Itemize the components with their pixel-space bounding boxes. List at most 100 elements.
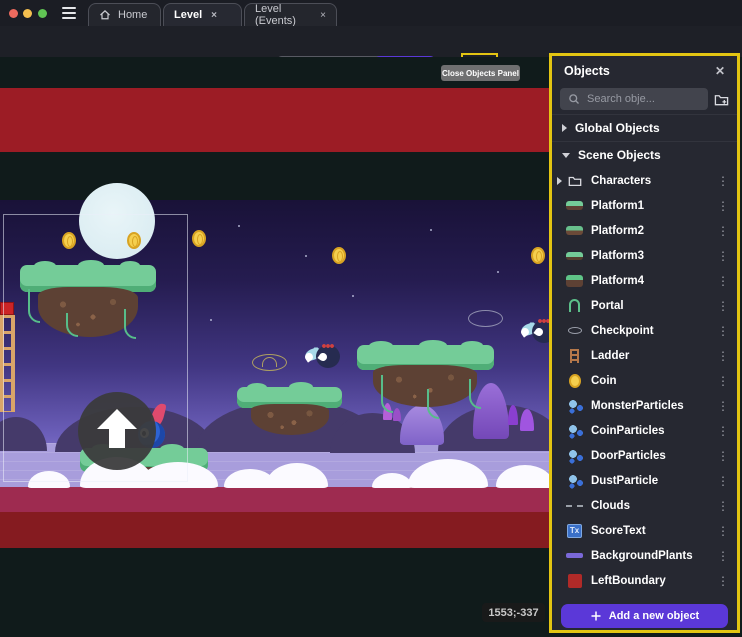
object-item-monsterparticles[interactable]: MonsterParticles ⋮ bbox=[552, 393, 737, 418]
coin-sprite[interactable] bbox=[332, 247, 346, 264]
text-icon: Tx bbox=[567, 524, 582, 538]
section-global-objects[interactable]: Global Objects bbox=[552, 114, 737, 141]
kebab-menu-icon[interactable]: ⋮ bbox=[717, 199, 727, 213]
bottom-boundary-band[interactable] bbox=[0, 512, 551, 548]
object-item-clouds[interactable]: Clouds ⋮ bbox=[552, 493, 737, 518]
fullscreen-window-button[interactable] bbox=[38, 9, 47, 18]
coin-sprite[interactable] bbox=[192, 230, 206, 247]
kebab-menu-icon[interactable]: ⋮ bbox=[717, 474, 727, 488]
portal-icon bbox=[569, 299, 580, 312]
scene-editor-canvas[interactable]: 1553;-337 bbox=[0, 57, 551, 637]
object-item-dustparticle[interactable]: DustParticle ⋮ bbox=[552, 468, 737, 493]
particles-icon bbox=[567, 473, 583, 489]
particles-icon bbox=[567, 423, 583, 439]
object-item-coin[interactable]: Coin ⋮ bbox=[552, 368, 737, 393]
objects-panel: Objects ✕ Search obje... Global Objects … bbox=[549, 53, 740, 633]
object-item-characters[interactable]: Characters ⋮ bbox=[552, 168, 737, 193]
star bbox=[238, 225, 240, 227]
particles-icon bbox=[567, 448, 583, 464]
star bbox=[210, 319, 212, 321]
tab-level-events[interactable]: Level (Events) × bbox=[244, 3, 337, 26]
panel-title: Objects bbox=[564, 64, 610, 78]
object-item-doorparticles[interactable]: DoorParticles ⋮ bbox=[552, 443, 737, 468]
add-object-button[interactable]: Add a new object bbox=[561, 604, 728, 628]
object-item-portal[interactable]: Portal ⋮ bbox=[552, 293, 737, 318]
titlebar: Home Level × Level (Events) × bbox=[0, 0, 742, 26]
boundary-icon bbox=[568, 574, 582, 588]
object-item-platform3[interactable]: Platform3 ⋮ bbox=[552, 243, 737, 268]
close-icon[interactable]: ✕ bbox=[715, 64, 725, 78]
object-item-platform1[interactable]: Platform1 ⋮ bbox=[552, 193, 737, 218]
star bbox=[497, 271, 499, 273]
folder-icon bbox=[566, 172, 583, 189]
kebab-menu-icon[interactable]: ⋮ bbox=[717, 299, 727, 313]
search-input[interactable]: Search obje... bbox=[560, 88, 708, 110]
platform-sprite[interactable] bbox=[357, 345, 494, 429]
kebab-menu-icon[interactable]: ⋮ bbox=[717, 174, 727, 188]
plants-icon bbox=[566, 553, 583, 558]
cursor-coordinates-badge: 1553;-337 bbox=[482, 603, 545, 622]
kebab-menu-icon[interactable]: ⋮ bbox=[717, 449, 727, 463]
top-boundary-band[interactable] bbox=[0, 88, 551, 152]
chevron-right-icon bbox=[562, 124, 567, 132]
object-item-scoretext[interactable]: Tx ScoreText ⋮ bbox=[552, 518, 737, 543]
kebab-menu-icon[interactable]: ⋮ bbox=[717, 524, 727, 538]
gdevelop-window: Home Level × Level (Events) × Preview Sh… bbox=[0, 0, 742, 637]
kebab-menu-icon[interactable]: ⋮ bbox=[717, 574, 727, 588]
minimize-window-button[interactable] bbox=[23, 9, 32, 18]
checkpoint-outline-marker[interactable] bbox=[468, 310, 503, 327]
ladder-icon bbox=[570, 349, 579, 363]
kebab-menu-icon[interactable]: ⋮ bbox=[717, 549, 727, 563]
cloud-outline-marker[interactable] bbox=[252, 354, 287, 371]
object-item-coinparticles[interactable]: CoinParticles ⋮ bbox=[552, 418, 737, 443]
object-item-backgroundplants[interactable]: BackgroundPlants ⋮ bbox=[552, 543, 737, 568]
tab-close-icon[interactable]: × bbox=[320, 10, 326, 21]
star bbox=[305, 255, 307, 257]
platform-sprite[interactable] bbox=[237, 387, 342, 437]
tab-level[interactable]: Level × bbox=[163, 3, 242, 26]
kebab-menu-icon[interactable]: ⋮ bbox=[717, 224, 727, 238]
tab-label: Home bbox=[118, 9, 147, 21]
tab-label: Level bbox=[174, 9, 202, 21]
checkpoint-icon bbox=[568, 327, 582, 334]
object-item-ladder[interactable]: Ladder ⋮ bbox=[552, 343, 737, 368]
object-list: Characters ⋮ Platform1 ⋮ Platform2 ⋮ Pla… bbox=[552, 168, 737, 593]
kebab-menu-icon[interactable]: ⋮ bbox=[717, 249, 727, 263]
object-item-leftboundary[interactable]: LeftBoundary ⋮ bbox=[552, 568, 737, 593]
kebab-menu-icon[interactable]: ⋮ bbox=[717, 499, 727, 513]
tab-close-icon[interactable]: × bbox=[211, 10, 217, 21]
platform1-icon bbox=[566, 201, 583, 210]
plus-icon bbox=[590, 610, 602, 622]
tab-home[interactable]: Home bbox=[88, 3, 161, 26]
object-item-checkpoint[interactable]: Checkpoint ⋮ bbox=[552, 318, 737, 343]
tab-label: Level (Events) bbox=[255, 3, 311, 27]
kebab-menu-icon[interactable]: ⋮ bbox=[717, 374, 727, 388]
chevron-right-icon[interactable] bbox=[557, 177, 562, 185]
kebab-menu-icon[interactable]: ⋮ bbox=[717, 399, 727, 413]
chevron-down-icon bbox=[562, 153, 570, 158]
home-icon bbox=[99, 9, 111, 21]
kebab-menu-icon[interactable]: ⋮ bbox=[717, 324, 727, 338]
star bbox=[352, 295, 354, 297]
coin-sprite[interactable] bbox=[531, 247, 545, 264]
dashes-icon bbox=[566, 505, 583, 507]
kebab-menu-icon[interactable]: ⋮ bbox=[717, 424, 727, 438]
section-scene-objects[interactable]: Scene Objects bbox=[552, 141, 737, 168]
object-item-platform4[interactable]: Platform4 ⋮ bbox=[552, 268, 737, 293]
main-menu-icon[interactable] bbox=[62, 7, 76, 19]
search-placeholder: Search obje... bbox=[587, 93, 655, 105]
kebab-menu-icon[interactable]: ⋮ bbox=[717, 274, 727, 288]
platform2-icon bbox=[566, 226, 583, 235]
ground-band[interactable] bbox=[0, 487, 551, 512]
coin-icon bbox=[569, 374, 581, 388]
star bbox=[430, 229, 432, 231]
search-icon bbox=[568, 93, 580, 105]
kebab-menu-icon[interactable]: ⋮ bbox=[717, 349, 727, 363]
add-folder-icon[interactable] bbox=[714, 92, 729, 107]
tooltip: Close Objects Panel bbox=[441, 65, 520, 81]
objects-panel-header: Objects ✕ bbox=[552, 58, 737, 84]
close-window-button[interactable] bbox=[9, 9, 18, 18]
object-item-platform2[interactable]: Platform2 ⋮ bbox=[552, 218, 737, 243]
selection-rectangle[interactable] bbox=[3, 214, 188, 482]
platform3-icon bbox=[566, 252, 583, 260]
